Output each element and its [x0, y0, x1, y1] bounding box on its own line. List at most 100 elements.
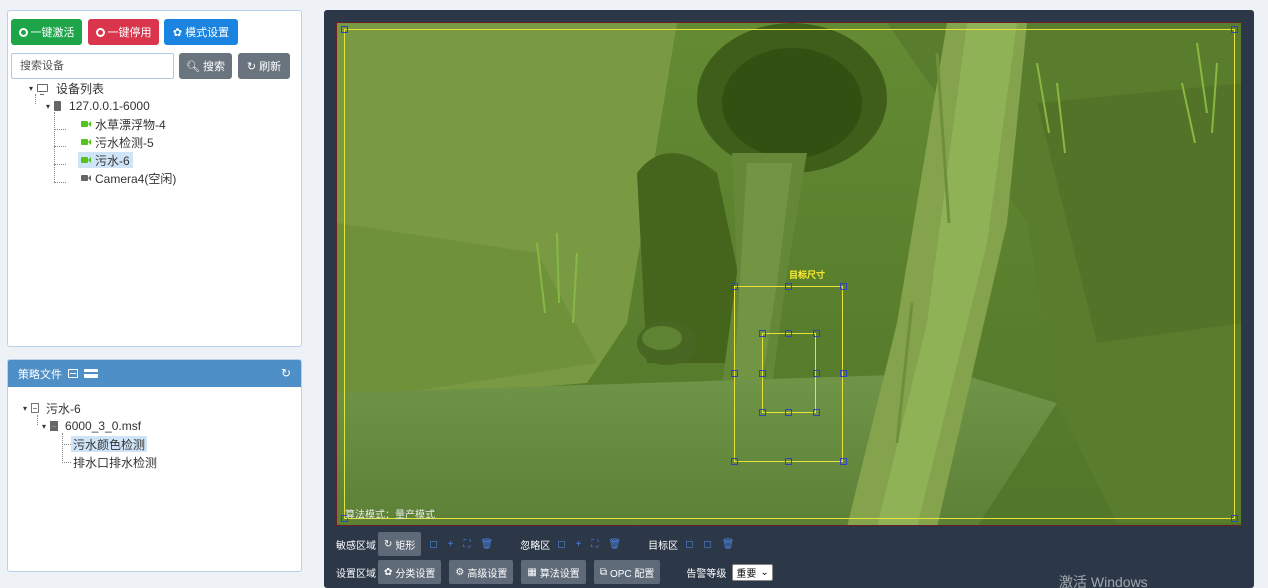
collapse-toggle-icon[interactable]: ▾ [46, 102, 50, 111]
algo-mode-text: 算法模式：量产模式 [345, 510, 435, 521]
trash-icon[interactable]: 🗑︎ [722, 539, 735, 550]
roi-handle[interactable] [785, 409, 792, 416]
camera-label: Camera4(空闲) [95, 171, 177, 186]
roi-handle[interactable] [1231, 26, 1238, 33]
target-min-rect[interactable] [762, 333, 816, 413]
trash-icon[interactable]: 🗑︎ [608, 539, 621, 550]
strategy-panel: 策略文件 ↻ ▾ 污水-6 ▾ 6000_3_0.msf 污水颜色检测 排水口排… [7, 359, 302, 572]
search-input[interactable] [11, 53, 174, 79]
roi-handle[interactable] [341, 26, 348, 33]
roi-handle[interactable] [731, 370, 738, 377]
rect-label: 矩形 [395, 540, 416, 552]
refresh-button[interactable]: ↻ 刷新 [238, 53, 290, 79]
algo-settings-button[interactable]: ▦ 算法设置 [521, 560, 586, 584]
play-circle-icon [18, 27, 28, 37]
camera-icon [81, 175, 91, 181]
tree-camera-selected[interactable]: 污水-6 [78, 152, 133, 168]
collapse-toggle-icon[interactable]: ▾ [23, 404, 27, 413]
strategy-root[interactable]: ▾ 污水-6 [23, 400, 81, 416]
chevron-down-icon: ⌄ [760, 566, 769, 578]
roi-handle[interactable] [813, 409, 820, 416]
roi-handle[interactable] [785, 330, 792, 337]
rect-button[interactable]: ↻ 矩形 [378, 532, 422, 556]
roi-handle[interactable] [840, 283, 847, 290]
classify-label: 分类设置 [395, 568, 436, 580]
mode-settings-button[interactable]: ✿ 模式设置 [164, 19, 238, 45]
camera-icon [81, 139, 91, 145]
refresh-icon: ↻ [246, 60, 257, 73]
roi-handle[interactable] [1231, 515, 1238, 522]
advanced-settings-button[interactable]: ⚙ 高级设置 [449, 560, 514, 584]
roi-handle[interactable] [759, 370, 766, 377]
settings-toolbar: 设置区域 ✿ 分类设置 ⚙ 高级设置 ▦ 算法设置 ⧉ OPC 配置 告警等级 … [336, 560, 773, 584]
tree-server-label: 127.0.0.1-6000 [69, 99, 150, 113]
roi-handle[interactable] [840, 458, 847, 465]
target-area-label: 目标区 [648, 540, 679, 552]
deactivate-all-label: 一键停用 [107, 27, 152, 39]
strategy-file[interactable]: ▾ 6000_3_0.msf [42, 418, 141, 434]
collapse-toggle-icon[interactable]: ▾ [42, 422, 46, 431]
roi-handle[interactable] [785, 458, 792, 465]
setup-area-label: 设置区域 [336, 568, 376, 580]
roi-handle[interactable] [840, 370, 847, 377]
strategy-item-selected[interactable]: 污水颜色检测 [71, 436, 148, 452]
collapse-toggle-icon[interactable]: ▾ [29, 84, 33, 93]
area-toolbar: 敏感区域 ↻ 矩形 ◻ + ⛶ 🗑︎ 忽略区 ◻ + ⛶ 🗑︎ 目标区 ◻ ◻ … [336, 532, 739, 556]
tree-camera[interactable]: 污水检测-5 [81, 134, 154, 150]
refresh-icon[interactable]: ↻ [281, 366, 291, 380]
plus-icon[interactable]: + [448, 539, 454, 550]
search-button[interactable]: 🔍︎ 搜索 [179, 53, 232, 79]
tree-root-devices[interactable]: ▾ 设备列表 [29, 80, 104, 96]
camera-icon [81, 121, 91, 127]
refresh-label: 刷新 [259, 61, 282, 73]
polygon-icon[interactable]: ◻ [557, 539, 565, 550]
camera-label: 污水检测-5 [95, 135, 154, 150]
strategy-header: 策略文件 ↻ [8, 360, 301, 387]
roi-handle[interactable] [813, 330, 820, 337]
polygon-icon[interactable]: ◻ [685, 539, 693, 550]
tree-camera[interactable]: 水草漂浮物-4 [81, 116, 166, 132]
fullscreen-icon[interactable]: ⛶ [591, 539, 598, 550]
polygon-icon[interactable]: ◻ [703, 539, 711, 550]
video-panel: 目标尺寸 算法模式：量产模式 敏感区域 ↻ 矩形 ◻ + ⛶ 🗑︎ 忽略区 ◻ … [324, 10, 1254, 588]
refresh-icon: ↻ [384, 538, 393, 550]
advanced-label: 高级设置 [467, 568, 508, 580]
gear-icon: ✿ [384, 566, 393, 578]
alarm-level-label: 告警等级 [686, 568, 727, 580]
strategy-title: 策略文件 [18, 368, 62, 381]
ignore-area-label: 忽略区 [520, 540, 551, 552]
target-size-label: 目标尺寸 [789, 270, 826, 280]
tree-server[interactable]: ▾ 127.0.0.1-6000 [46, 98, 150, 114]
polygon-icon[interactable]: ◻ [429, 539, 437, 550]
windows-watermark: 激活 Windows [1059, 574, 1148, 588]
roi-handle[interactable] [759, 409, 766, 416]
roi-handle[interactable] [731, 283, 738, 290]
classify-settings-button[interactable]: ✿ 分类设置 [378, 560, 442, 584]
opc-config-button[interactable]: ⧉ OPC 配置 [593, 560, 661, 584]
roi-handle[interactable] [759, 330, 766, 337]
deactivate-all-button[interactable]: 一键停用 [88, 19, 159, 45]
video-view[interactable]: 目标尺寸 算法模式：量产模式 [336, 22, 1242, 526]
monitor-icon [37, 84, 49, 95]
alarm-level-value: 重要 [736, 568, 757, 580]
grid-icon: ▦ [527, 566, 537, 578]
fullscreen-icon[interactable]: ⛶ [464, 539, 471, 550]
opc-label: OPC 配置 [609, 568, 655, 580]
plus-icon[interactable]: + [576, 539, 582, 550]
save-icon[interactable] [68, 369, 78, 378]
gear-icon: ✿ [172, 26, 183, 39]
roi-handle[interactable] [785, 283, 792, 290]
tree-camera[interactable]: Camera4(空闲) [81, 170, 176, 186]
roi-handle[interactable] [731, 458, 738, 465]
trash-icon[interactable]: 🗑︎ [481, 539, 494, 550]
search-icon: 🔍︎ [186, 60, 200, 73]
search-label: 搜索 [202, 61, 225, 73]
alarm-level-select[interactable]: 重要 ⌄ [732, 563, 773, 581]
roi-handle[interactable] [813, 370, 820, 377]
device-panel: 一键激活 一键停用 ✿ 模式设置 🔍︎ 搜索 ↻ 刷新 ▾ 设备列表 ▾ 127… [7, 10, 302, 347]
sensitive-area-label: 敏感区域 [336, 540, 376, 552]
activate-all-button[interactable]: 一键激活 [11, 19, 82, 45]
strategy-item[interactable]: 排水口排水检测 [73, 454, 157, 470]
strategy-root-label: 污水-6 [46, 401, 81, 416]
card-icon[interactable] [84, 369, 98, 378]
